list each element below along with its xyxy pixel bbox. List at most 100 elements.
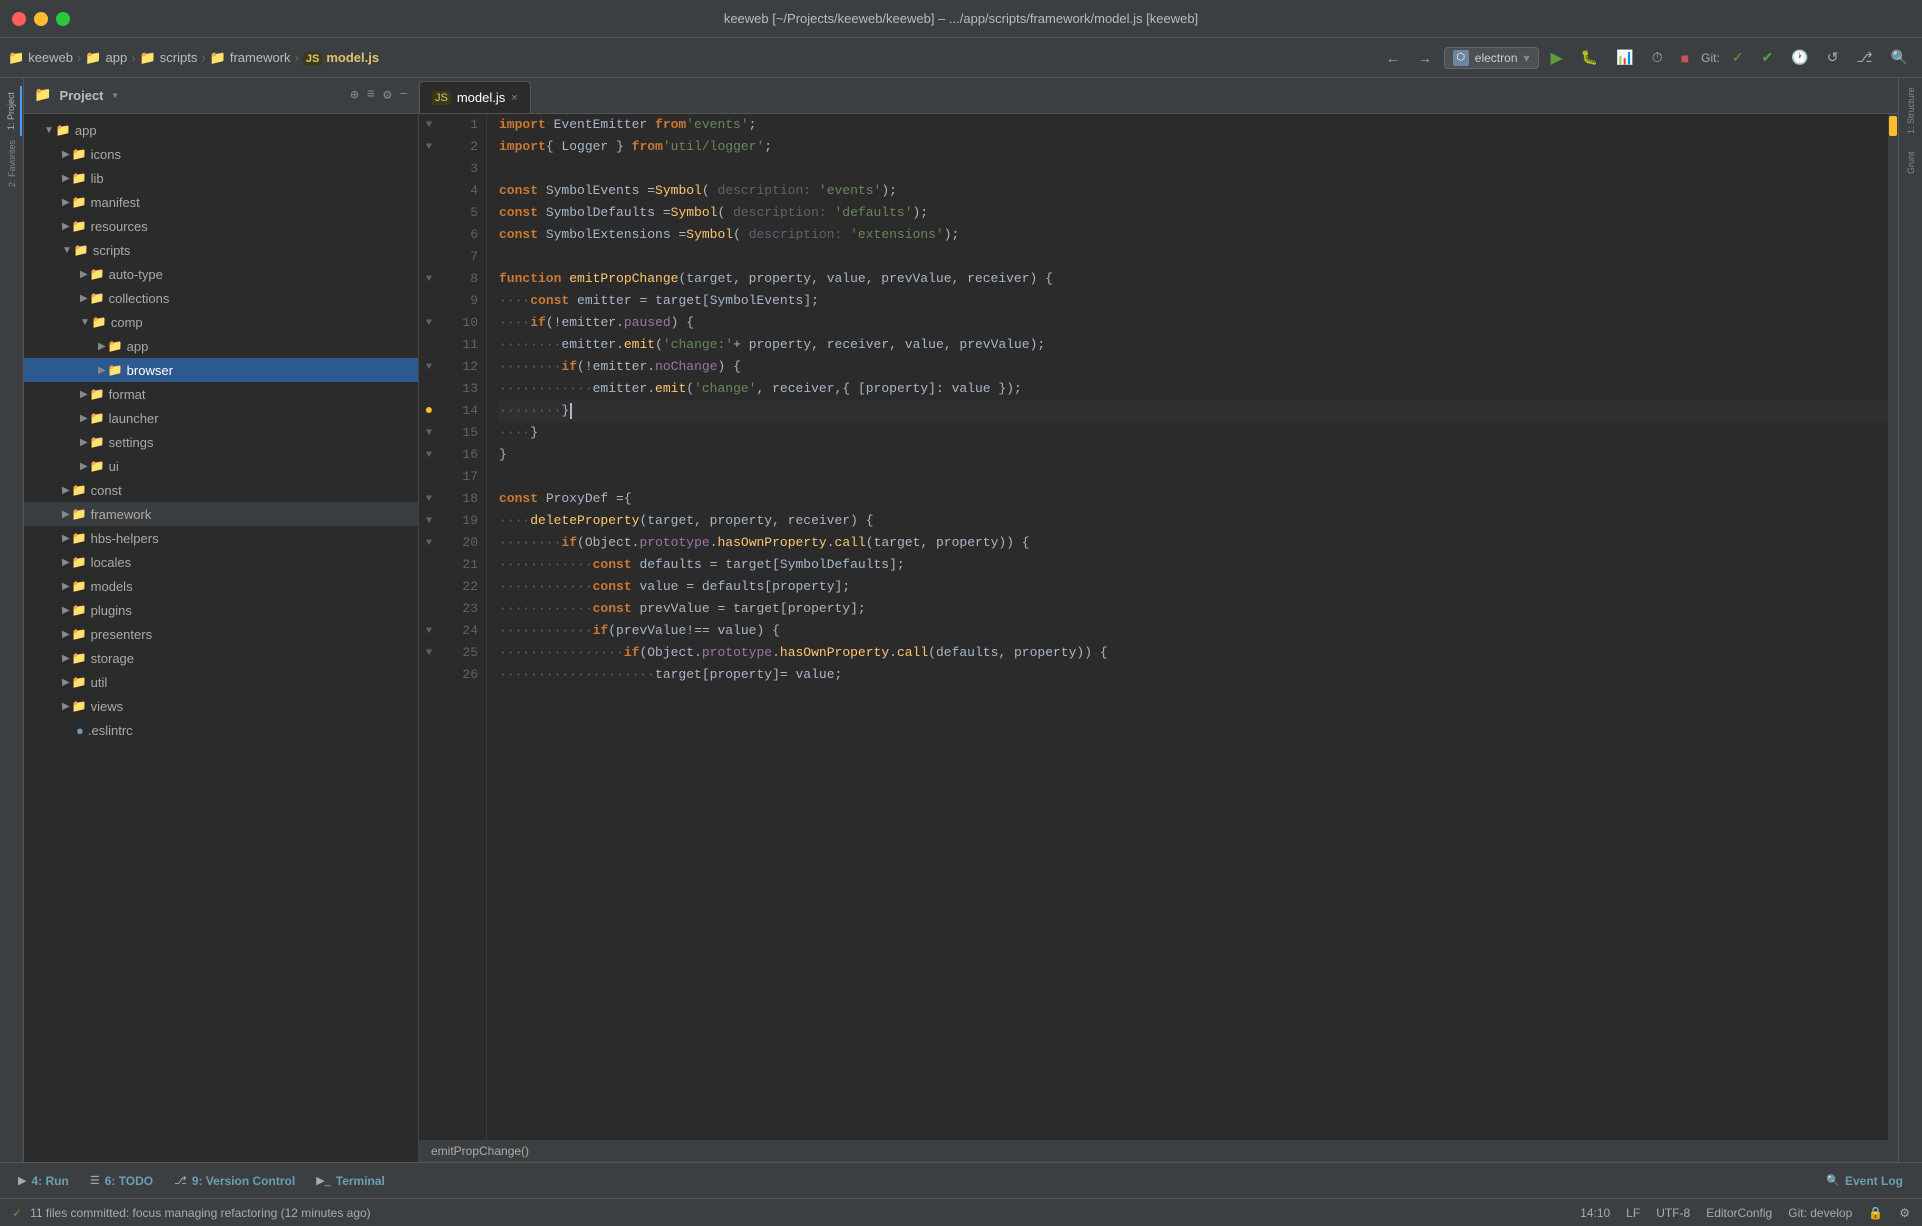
close-button[interactable]	[12, 12, 26, 26]
coverage-button[interactable]: 📊	[1610, 45, 1639, 70]
tree-item-models[interactable]: ▶ 📁 models	[24, 574, 418, 598]
sidebar-item-structure[interactable]: 1: Structure	[1901, 86, 1921, 136]
tree-item-presenters[interactable]: ▶ 📁 presenters	[24, 622, 418, 646]
fold-icon-16[interactable]: ▼	[426, 450, 432, 461]
fold-icon-18[interactable]: ▼	[426, 494, 432, 505]
tree-item-storage[interactable]: ▶ 📁 storage	[24, 646, 418, 670]
breadcrumb-framework[interactable]: framework	[230, 50, 291, 65]
fold-icon-8[interactable]: ▼	[426, 274, 432, 285]
back-button[interactable]: ←	[1380, 46, 1406, 70]
tree-item-locales[interactable]: ▶ 📁 locales	[24, 550, 418, 574]
git-branch-button[interactable]: ⎇	[1850, 45, 1878, 70]
fold-icon-15[interactable]: ▼	[426, 428, 432, 439]
tree-item-util[interactable]: ▶ 📁 util	[24, 670, 418, 694]
code-content[interactable]: import EventEmitter from 'events'; impor…	[487, 114, 1888, 1140]
tree-item-views[interactable]: ▶ 📁 views	[24, 694, 418, 718]
ln-21: 21	[439, 554, 478, 576]
tree-item-launcher[interactable]: ▶ 📁 launcher	[24, 406, 418, 430]
tree-item-icons[interactable]: ▶ 📁 icons	[24, 142, 418, 166]
tree-item-format[interactable]: ▶ 📁 format	[24, 382, 418, 406]
tree-item-comp-app[interactable]: ▶ 📁 app	[24, 334, 418, 358]
status-indent[interactable]: EditorConfig	[1706, 1206, 1772, 1220]
folder-icon: 📁	[72, 603, 87, 617]
gutter-13	[419, 378, 439, 400]
tree-item-auto-type[interactable]: ▶ 📁 auto-type	[24, 262, 418, 286]
minimize-panel-icon[interactable]: −	[400, 87, 408, 104]
run-button[interactable]: ▶	[1545, 44, 1569, 72]
tree-item-browser[interactable]: ▶ 📁 browser	[24, 358, 418, 382]
breadcrumb-keeweb[interactable]: keeweb	[28, 50, 73, 65]
fold-icon-2[interactable]: ▼	[426, 142, 432, 153]
forward-button[interactable]: →	[1412, 46, 1438, 70]
collapse-icon[interactable]: ≡	[367, 87, 375, 104]
todo-tab[interactable]: ☰ 6: TODO	[80, 1163, 164, 1199]
status-settings-icon[interactable]: ⚙	[1899, 1206, 1910, 1220]
debug-button[interactable]: 🐛	[1575, 45, 1604, 70]
status-position[interactable]: 14:10	[1580, 1206, 1610, 1220]
git-history-button[interactable]: 🕐	[1785, 45, 1814, 70]
run-config[interactable]: ⬡ electron ▾	[1444, 47, 1539, 69]
tree-item-const[interactable]: ▶ 📁 const	[24, 478, 418, 502]
tree-label-eslintrc: .eslintrc	[88, 723, 133, 738]
fold-icon-1[interactable]: ▼	[426, 120, 432, 131]
status-commit-message[interactable]: 11 files committed: focus managing refac…	[30, 1206, 371, 1220]
tree-item-resources[interactable]: ▶ 📁 resources	[24, 214, 418, 238]
maximize-button[interactable]	[56, 12, 70, 26]
run-tab[interactable]: ▶ 4: Run	[8, 1163, 80, 1199]
gutter-1: ▼	[419, 114, 439, 136]
status-line-ending[interactable]: LF	[1626, 1206, 1640, 1220]
code-line-20: ········if (Object.prototype.hasOwnPrope…	[499, 532, 1888, 554]
locate-icon[interactable]: ⊕	[350, 87, 358, 104]
chevron-down-icon-project[interactable]: ▾	[112, 88, 119, 103]
code-line-23: ············const prevValue = target[pro…	[499, 598, 1888, 620]
breakpoint-icon-14[interactable]: ●	[425, 403, 433, 419]
tree-item-app[interactable]: ▼ 📁 app	[24, 118, 418, 142]
git-commit-button[interactable]: ✔	[1756, 45, 1780, 70]
run-config-label: electron	[1475, 51, 1518, 65]
gutter-24: ▼	[419, 620, 439, 642]
breadcrumb-file[interactable]: JSmodel.js	[303, 50, 379, 65]
status-branch[interactable]: Git: develop	[1788, 1206, 1852, 1220]
breadcrumb-scripts[interactable]: scripts	[160, 50, 198, 65]
tree-item-settings[interactable]: ▶ 📁 settings	[24, 430, 418, 454]
minimize-button[interactable]	[34, 12, 48, 26]
sidebar-item-favorites[interactable]: 2: Favorites	[2, 138, 22, 188]
status-encoding[interactable]: UTF-8	[1656, 1206, 1690, 1220]
tree-item-hbs-helpers[interactable]: ▶ 📁 hbs-helpers	[24, 526, 418, 550]
tree-item-plugins[interactable]: ▶ 📁 plugins	[24, 598, 418, 622]
ln-18: 18	[439, 488, 478, 510]
tree-item-scripts[interactable]: ▼ 📁 scripts	[24, 238, 418, 262]
git-revert-button[interactable]: ↺	[1821, 45, 1845, 70]
stop-button[interactable]: ■	[1675, 46, 1695, 70]
right-side-icons: 1: Structure Grunt	[1898, 78, 1922, 1162]
settings-icon[interactable]: ⚙	[383, 87, 391, 104]
terminal-tab-label: Terminal	[336, 1174, 385, 1188]
search-button[interactable]: 🔍	[1885, 45, 1914, 70]
breadcrumb-app[interactable]: app	[106, 50, 128, 65]
vcs-tab[interactable]: ⎇ 9: Version Control	[164, 1163, 306, 1199]
fold-icon-24[interactable]: ▼	[426, 626, 432, 637]
fold-icon-12[interactable]: ▼	[426, 362, 432, 373]
tree-item-manifest[interactable]: ▶ 📁 manifest	[24, 190, 418, 214]
tree-item-eslintrc[interactable]: ● .eslintrc	[24, 718, 418, 742]
fold-icon-10[interactable]: ▼	[426, 318, 432, 329]
sidebar-item-grunt[interactable]: Grunt	[1901, 138, 1921, 188]
tab-model-js[interactable]: JS model.js ×	[419, 81, 531, 113]
no-chevron	[62, 723, 76, 738]
fold-icon-20[interactable]: ▼	[426, 538, 432, 549]
fold-icon-19[interactable]: ▼	[426, 516, 432, 527]
git-check-button[interactable]: ✓	[1726, 45, 1750, 70]
tree-item-ui[interactable]: ▶ 📁 ui	[24, 454, 418, 478]
tree-item-framework[interactable]: ▶ 📁 framework	[24, 502, 418, 526]
tab-close-icon[interactable]: ×	[511, 92, 517, 104]
fold-icon-25[interactable]: ▼	[426, 648, 432, 659]
tree-item-collections[interactable]: ▶ 📁 collections	[24, 286, 418, 310]
tree-item-comp[interactable]: ▼ 📁 comp	[24, 310, 418, 334]
profile-button[interactable]: ⏱	[1646, 45, 1669, 70]
terminal-tab[interactable]: ▶_ Terminal	[306, 1163, 396, 1199]
event-log-tab[interactable]: 🔍 Event Log	[1816, 1163, 1914, 1199]
sidebar-item-project[interactable]: 1: Project	[2, 86, 22, 136]
tree-item-lib[interactable]: ▶ 📁 lib	[24, 166, 418, 190]
chevron-icons: ▶	[62, 149, 70, 160]
tree-label-manifest: manifest	[91, 195, 140, 210]
